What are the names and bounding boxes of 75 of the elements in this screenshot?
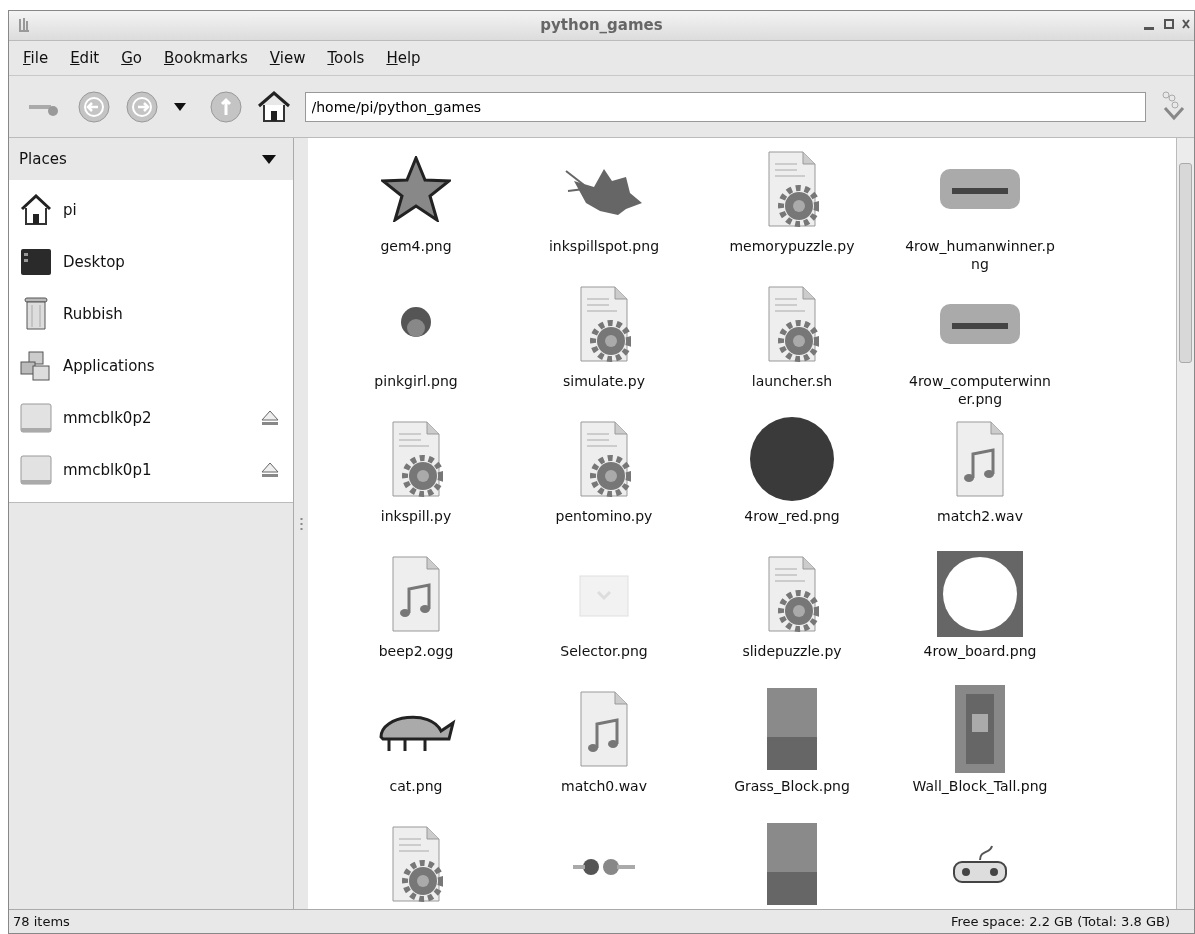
file-name[interactable]: slidepuzzle.py bbox=[717, 643, 867, 661]
menu-item[interactable]: Edit bbox=[70, 46, 100, 70]
free-space: Free space: 2.2 GB (Total: 3.8 GB) bbox=[950, 912, 1170, 931]
banner-icon[interactable] bbox=[938, 167, 1022, 211]
menu-item[interactable]: View bbox=[269, 46, 306, 70]
menu-item[interactable]: File bbox=[23, 46, 49, 70]
dark-circle-icon[interactable] bbox=[749, 416, 835, 502]
scrollbar[interactable] bbox=[1176, 138, 1194, 909]
dropdown-arrow-icon[interactable] bbox=[261, 153, 277, 165]
file-name[interactable]: inkspillspot.png bbox=[529, 238, 679, 256]
file-name[interactable]: simulate.py bbox=[529, 373, 679, 391]
file-name[interactable]: launcher.sh bbox=[717, 373, 867, 391]
file-name[interactable]: pinkgirl.png bbox=[341, 373, 491, 391]
back-button[interactable] bbox=[77, 89, 111, 124]
script-file-icon[interactable] bbox=[765, 150, 819, 228]
sidebar-item[interactable]: Desktop bbox=[9, 236, 293, 288]
wall-block-icon[interactable] bbox=[954, 684, 1006, 774]
star-icon[interactable] bbox=[381, 156, 451, 222]
file-name[interactable]: 4row_board.png bbox=[905, 643, 1055, 661]
file-name[interactable]: gem4.png bbox=[341, 238, 491, 256]
drive-icon bbox=[20, 402, 52, 434]
history-dropdown[interactable] bbox=[173, 101, 187, 112]
banner-icon[interactable] bbox=[938, 302, 1022, 346]
sidebar-item[interactable]: pi bbox=[9, 184, 293, 236]
file-name[interactable]: cat.png bbox=[341, 778, 491, 796]
sidebar-item[interactable]: mmcblk0p2 bbox=[9, 392, 293, 444]
resize-grip-icon[interactable] bbox=[299, 516, 303, 531]
window-title: python_games bbox=[540, 15, 663, 37]
script-file-icon[interactable] bbox=[765, 555, 819, 633]
script-file-icon[interactable] bbox=[389, 825, 443, 903]
forward-button[interactable] bbox=[125, 89, 159, 124]
menu-item[interactable]: Tools bbox=[327, 46, 365, 70]
home-icon bbox=[20, 194, 52, 226]
script-file-icon[interactable] bbox=[389, 420, 443, 498]
home-button[interactable] bbox=[256, 90, 291, 123]
script-file-icon[interactable] bbox=[765, 285, 819, 363]
monitor-icon bbox=[20, 248, 52, 276]
script-file-icon[interactable] bbox=[577, 285, 631, 363]
file-name[interactable]: 4row_humanwinner.png bbox=[905, 238, 1055, 273]
sidebar-item[interactable]: Applications bbox=[9, 340, 293, 392]
menu-item[interactable]: Go bbox=[121, 46, 142, 70]
file-name[interactable]: Selector.png bbox=[529, 643, 679, 661]
block-icon[interactable] bbox=[766, 822, 818, 906]
file-name[interactable]: 4row_red.png bbox=[717, 508, 867, 526]
file-name[interactable]: beep2.ogg bbox=[341, 643, 491, 661]
music-file-icon[interactable] bbox=[577, 690, 631, 768]
file-name[interactable]: pentomino.py bbox=[529, 508, 679, 526]
close-icon[interactable] bbox=[1182, 17, 1190, 31]
menu-item[interactable]: Bookmarks bbox=[164, 46, 248, 70]
sidebar-title: Places bbox=[19, 148, 67, 170]
file-name[interactable]: 4row_computerwinner.png bbox=[905, 373, 1055, 408]
file-name[interactable]: Grass_Block.png bbox=[717, 778, 867, 796]
music-file-icon[interactable] bbox=[389, 555, 443, 633]
file-name[interactable]: Wall_Block_Tall.png bbox=[905, 778, 1055, 796]
file-name[interactable]: match0.wav bbox=[529, 778, 679, 796]
sidebar-item[interactable]: mmcblk0p1 bbox=[9, 444, 293, 496]
menu-item[interactable]: Help bbox=[386, 46, 421, 70]
address-field[interactable]: /home/pi/python_games bbox=[304, 91, 1146, 122]
drive-icon bbox=[20, 454, 52, 486]
board-icon[interactable] bbox=[937, 551, 1023, 637]
item-count: 78 items bbox=[13, 912, 70, 931]
trash-can-icon bbox=[24, 297, 48, 331]
file-name[interactable]: inkspill.py bbox=[341, 508, 491, 526]
music-file-icon[interactable] bbox=[953, 420, 1007, 498]
file-name[interactable]: match2.wav bbox=[905, 508, 1055, 526]
file-name[interactable]: memorypuzzle.py bbox=[717, 238, 867, 256]
script-file-icon[interactable] bbox=[577, 420, 631, 498]
applications-icon bbox=[19, 350, 53, 382]
sidebar-item[interactable]: Rubbish bbox=[9, 288, 293, 340]
eject-icon[interactable] bbox=[261, 410, 279, 426]
app-icon bbox=[17, 17, 31, 35]
block-icon[interactable] bbox=[766, 687, 818, 771]
maximize-icon[interactable] bbox=[1162, 17, 1175, 31]
eject-icon[interactable] bbox=[261, 462, 279, 478]
up-button[interactable] bbox=[208, 89, 243, 124]
